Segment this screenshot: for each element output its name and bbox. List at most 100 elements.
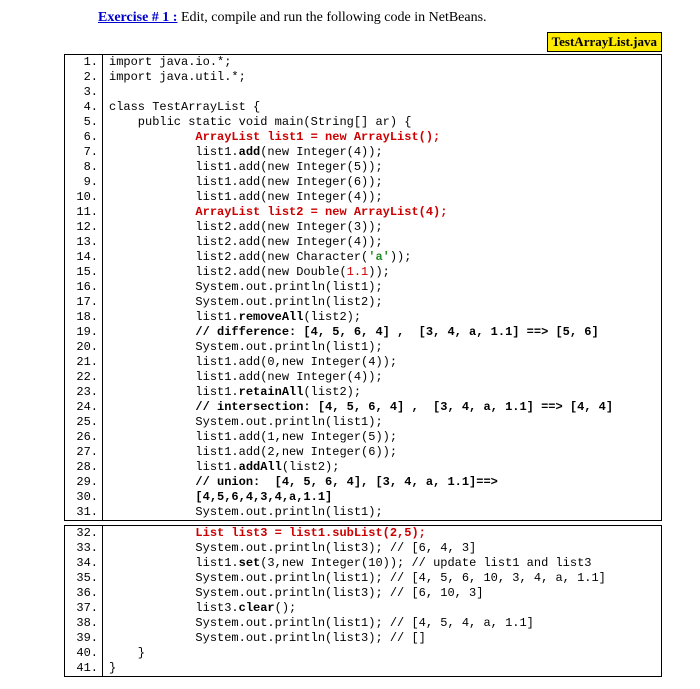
code-line: 30. [4,5,6,4,3,4,a,1.1] bbox=[65, 490, 661, 505]
code-content: System.out.println(list3); // [6, 10, 3] bbox=[103, 586, 661, 601]
line-number: 28. bbox=[65, 460, 103, 475]
code-content: list2.add(new Double(1.1)); bbox=[103, 265, 661, 280]
exercise-title: Exercise # 1 : bbox=[98, 10, 177, 25]
code-line: 25. System.out.println(list1); bbox=[65, 415, 661, 430]
code-content: list1.retainAll(list2); bbox=[103, 385, 661, 400]
code-content: public static void main(String[] ar) { bbox=[103, 115, 661, 130]
code-content: class TestArrayList { bbox=[103, 100, 661, 115]
code-content: System.out.println(list1); // [4, 5, 4, … bbox=[103, 616, 661, 631]
line-number: 3. bbox=[65, 85, 103, 100]
line-number: 16. bbox=[65, 280, 103, 295]
line-number: 41. bbox=[65, 661, 103, 676]
line-number: 19. bbox=[65, 325, 103, 340]
line-number: 14. bbox=[65, 250, 103, 265]
line-number: 15. bbox=[65, 265, 103, 280]
line-number: 34. bbox=[65, 556, 103, 571]
line-number: 13. bbox=[65, 235, 103, 250]
line-number: 26. bbox=[65, 430, 103, 445]
code-line: 7. list1.add(new Integer(4)); bbox=[65, 145, 661, 160]
code-content: import java.util.*; bbox=[103, 70, 661, 85]
code-line: 32. List list3 = list1.subList(2,5); bbox=[65, 526, 661, 541]
code-content: List list3 = list1.subList(2,5); bbox=[103, 526, 661, 541]
code-content: ArrayList list2 = new ArrayList(4); bbox=[103, 205, 661, 220]
code-line: 11. ArrayList list2 = new ArrayList(4); bbox=[65, 205, 661, 220]
code-line: 38. System.out.println(list1); // [4, 5,… bbox=[65, 616, 661, 631]
code-line: 6. ArrayList list1 = new ArrayList(); bbox=[65, 130, 661, 145]
code-content: // intersection: [4, 5, 6, 4] , [3, 4, a… bbox=[103, 400, 661, 415]
line-number: 2. bbox=[65, 70, 103, 85]
code-content: list1.add(new Integer(4)); bbox=[103, 190, 661, 205]
code-line: 20. System.out.println(list1); bbox=[65, 340, 661, 355]
code-line: 31. System.out.println(list1); bbox=[65, 505, 661, 520]
code-line: 2.import java.util.*; bbox=[65, 70, 661, 85]
code-line: 8. list1.add(new Integer(5)); bbox=[65, 160, 661, 175]
code-content: ArrayList list1 = new ArrayList(); bbox=[103, 130, 661, 145]
code-line: 29. // union: [4, 5, 6, 4], [3, 4, a, 1.… bbox=[65, 475, 661, 490]
code-line: 41.} bbox=[65, 661, 661, 676]
code-line: 40. } bbox=[65, 646, 661, 661]
code-line: 35. System.out.println(list1); // [4, 5,… bbox=[65, 571, 661, 586]
code-content: } bbox=[103, 661, 661, 676]
code-line: 9. list1.add(new Integer(6)); bbox=[65, 175, 661, 190]
line-number: 27. bbox=[65, 445, 103, 460]
code-line: 24. // intersection: [4, 5, 6, 4] , [3, … bbox=[65, 400, 661, 415]
filename-bar: TestArrayList.java bbox=[8, 32, 692, 54]
code-content: list1.add(new Integer(4)); bbox=[103, 145, 661, 160]
code-content: System.out.println(list3); // [] bbox=[103, 631, 661, 646]
exercise-header: Exercise # 1 : Edit, compile and run the… bbox=[8, 8, 692, 32]
code-content: list1.add(new Integer(6)); bbox=[103, 175, 661, 190]
code-line: 37. list3.clear(); bbox=[65, 601, 661, 616]
line-number: 39. bbox=[65, 631, 103, 646]
code-content: [4,5,6,4,3,4,a,1.1] bbox=[103, 490, 661, 505]
code-content: // difference: [4, 5, 6, 4] , [3, 4, a, … bbox=[103, 325, 661, 340]
code-box-1: 1.import java.io.*;2.import java.util.*;… bbox=[64, 54, 662, 521]
line-number: 24. bbox=[65, 400, 103, 415]
line-number: 22. bbox=[65, 370, 103, 385]
code-line: 4.class TestArrayList { bbox=[65, 100, 661, 115]
code-line: 19. // difference: [4, 5, 6, 4] , [3, 4,… bbox=[65, 325, 661, 340]
line-number: 37. bbox=[65, 601, 103, 616]
code-line: 12. list2.add(new Integer(3)); bbox=[65, 220, 661, 235]
code-content: } bbox=[103, 646, 661, 661]
code-content: list1.add(new Integer(5)); bbox=[103, 160, 661, 175]
code-line: 16. System.out.println(list1); bbox=[65, 280, 661, 295]
line-number: 1. bbox=[65, 55, 103, 70]
line-number: 36. bbox=[65, 586, 103, 601]
code-line: 34. list1.set(3,new Integer(10)); // upd… bbox=[65, 556, 661, 571]
code-content: list1.addAll(list2); bbox=[103, 460, 661, 475]
line-number: 8. bbox=[65, 160, 103, 175]
line-number: 38. bbox=[65, 616, 103, 631]
code-content: list1.removeAll(list2); bbox=[103, 310, 661, 325]
code-line: 22. list1.add(new Integer(4)); bbox=[65, 370, 661, 385]
code-line: 13. list2.add(new Integer(4)); bbox=[65, 235, 661, 250]
code-content: list2.add(new Integer(3)); bbox=[103, 220, 661, 235]
line-number: 18. bbox=[65, 310, 103, 325]
code-content: list1.add(0,new Integer(4)); bbox=[103, 355, 661, 370]
code-line: 36. System.out.println(list3); // [6, 10… bbox=[65, 586, 661, 601]
line-number: 32. bbox=[65, 526, 103, 541]
line-number: 25. bbox=[65, 415, 103, 430]
code-line: 15. list2.add(new Double(1.1)); bbox=[65, 265, 661, 280]
code-line: 14. list2.add(new Character('a')); bbox=[65, 250, 661, 265]
code-content: list1.add(2,new Integer(6)); bbox=[103, 445, 661, 460]
line-number: 5. bbox=[65, 115, 103, 130]
line-number: 30. bbox=[65, 490, 103, 505]
line-number: 10. bbox=[65, 190, 103, 205]
code-box-2: 32. List list3 = list1.subList(2,5);33. … bbox=[64, 525, 662, 677]
code-line: 10. list1.add(new Integer(4)); bbox=[65, 190, 661, 205]
code-content: list1.set(3,new Integer(10)); // update … bbox=[103, 556, 661, 571]
code-line: 39. System.out.println(list3); // [] bbox=[65, 631, 661, 646]
line-number: 11. bbox=[65, 205, 103, 220]
code-content: // union: [4, 5, 6, 4], [3, 4, a, 1.1]==… bbox=[103, 475, 661, 490]
line-number: 20. bbox=[65, 340, 103, 355]
code-line: 21. list1.add(0,new Integer(4)); bbox=[65, 355, 661, 370]
code-content: list2.add(new Character('a')); bbox=[103, 250, 661, 265]
code-line: 27. list1.add(2,new Integer(6)); bbox=[65, 445, 661, 460]
code-content: System.out.println(list1); bbox=[103, 505, 661, 520]
line-number: 31. bbox=[65, 505, 103, 520]
line-number: 12. bbox=[65, 220, 103, 235]
code-line: 33. System.out.println(list3); // [6, 4,… bbox=[65, 541, 661, 556]
code-content: System.out.println(list1); bbox=[103, 415, 661, 430]
line-number: 40. bbox=[65, 646, 103, 661]
code-content: import java.io.*; bbox=[103, 55, 661, 70]
